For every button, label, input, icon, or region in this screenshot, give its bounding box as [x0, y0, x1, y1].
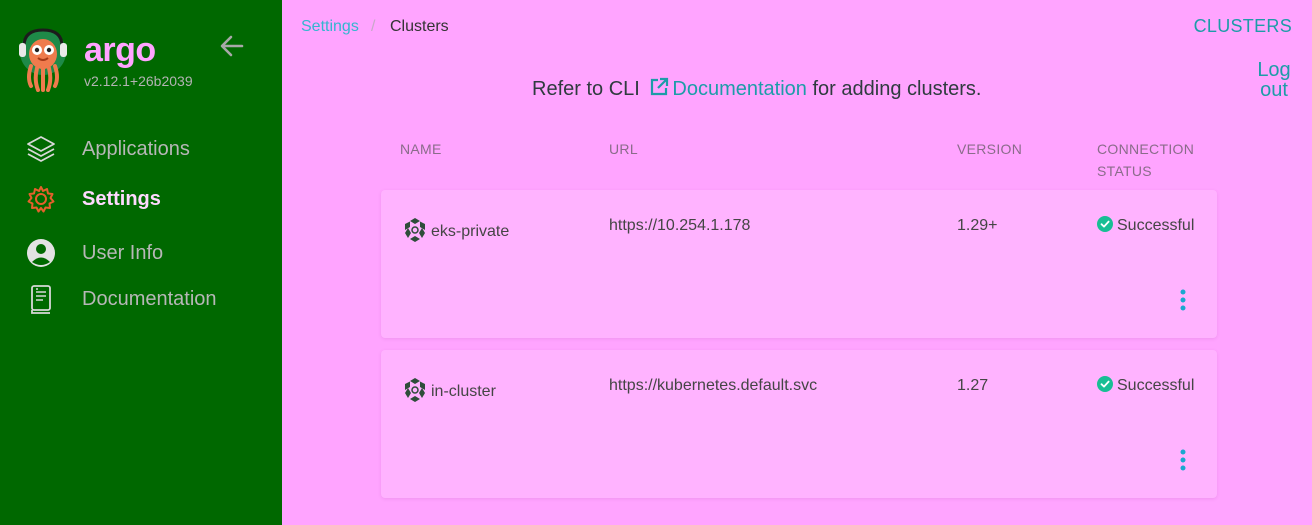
- connection-status-label: Successful: [1117, 217, 1195, 234]
- cluster-url: https://10.254.1.178: [609, 217, 751, 234]
- sidebar-item-documentation[interactable]: Documentation: [0, 276, 282, 320]
- breadcrumb-settings-link[interactable]: Settings: [301, 18, 359, 36]
- logout-label-line2: out: [1260, 79, 1288, 101]
- connection-status-label: Successful: [1117, 377, 1195, 394]
- sidebar-item-label: Documentation: [82, 288, 217, 310]
- page-title: CLUSTERS: [1193, 16, 1292, 36]
- table-row[interactable]: eks-private https://10.254.1.178 1.29+ S…: [381, 190, 1217, 338]
- documentation-link[interactable]: Documentation: [645, 77, 807, 100]
- user-circle-icon: [26, 238, 56, 268]
- sidebar-item-applications[interactable]: Applications: [0, 126, 282, 170]
- collapse-sidebar-button[interactable]: [218, 33, 246, 59]
- column-header-connection-status: CONNECTION STATUS: [1097, 138, 1194, 182]
- cli-notice: Refer to CLI Documentation for adding cl…: [532, 77, 981, 101]
- column-header-connection: CONNECTION: [1097, 141, 1195, 157]
- check-circle-icon: [1097, 216, 1113, 232]
- more-vertical-icon: [1180, 289, 1186, 311]
- logout-button[interactable]: Log out: [1252, 60, 1296, 100]
- more-vertical-icon: [1180, 449, 1186, 471]
- connection-status: Successful: [1097, 216, 1194, 236]
- column-header-url: URL: [609, 141, 638, 157]
- book-icon: [26, 284, 56, 314]
- logout-label-line1: Log: [1257, 59, 1291, 81]
- cluster-name-cell: in-cluster: [401, 376, 496, 404]
- row-actions-menu-button[interactable]: [1171, 448, 1195, 476]
- column-header-name: NAME: [400, 141, 442, 157]
- cluster-icon: [405, 218, 425, 242]
- notice-prefix: Refer to CLI: [532, 78, 640, 100]
- column-header-status: STATUS: [1097, 163, 1152, 179]
- cluster-url: https://kubernetes.default.svc: [609, 377, 818, 394]
- argo-logo[interactable]: [18, 28, 68, 92]
- cluster-version: 1.29+: [957, 217, 998, 234]
- arrow-left-icon: [220, 35, 244, 57]
- cluster-name: eks-private: [431, 223, 510, 240]
- breadcrumb-separator: /: [371, 18, 376, 35]
- column-header-version: VERSION: [957, 141, 1023, 157]
- sidebar-item-label: Settings: [82, 188, 161, 210]
- cluster-name: in-cluster: [431, 383, 496, 400]
- layers-icon: [26, 134, 56, 164]
- breadcrumb-current: Clusters: [390, 18, 449, 35]
- cluster-icon: [405, 378, 425, 402]
- table-row[interactable]: in-cluster https://kubernetes.default.sv…: [381, 350, 1217, 498]
- brand-name: argo: [84, 31, 156, 69]
- row-actions-menu-button[interactable]: [1171, 288, 1195, 316]
- connection-status: Successful: [1097, 376, 1194, 396]
- external-link-icon: [651, 77, 669, 96]
- gear-icon: [26, 184, 56, 214]
- sidebar-item-label: User Info: [82, 242, 164, 264]
- check-circle-icon: [1097, 376, 1113, 392]
- sidebar-item-settings[interactable]: Settings: [0, 176, 282, 220]
- sidebar-item-label: Applications: [82, 138, 190, 160]
- sidebar: argo v2.12.1+26b2039 Applications Settin…: [0, 0, 282, 525]
- cluster-version: 1.27: [957, 377, 989, 394]
- cluster-name-cell: eks-private: [401, 216, 509, 244]
- sidebar-item-user-info[interactable]: User Info: [0, 230, 282, 274]
- notice-suffix: for adding clusters.: [812, 78, 982, 100]
- version-label: v2.12.1+26b2039: [84, 73, 193, 89]
- documentation-link-label: Documentation: [672, 78, 807, 100]
